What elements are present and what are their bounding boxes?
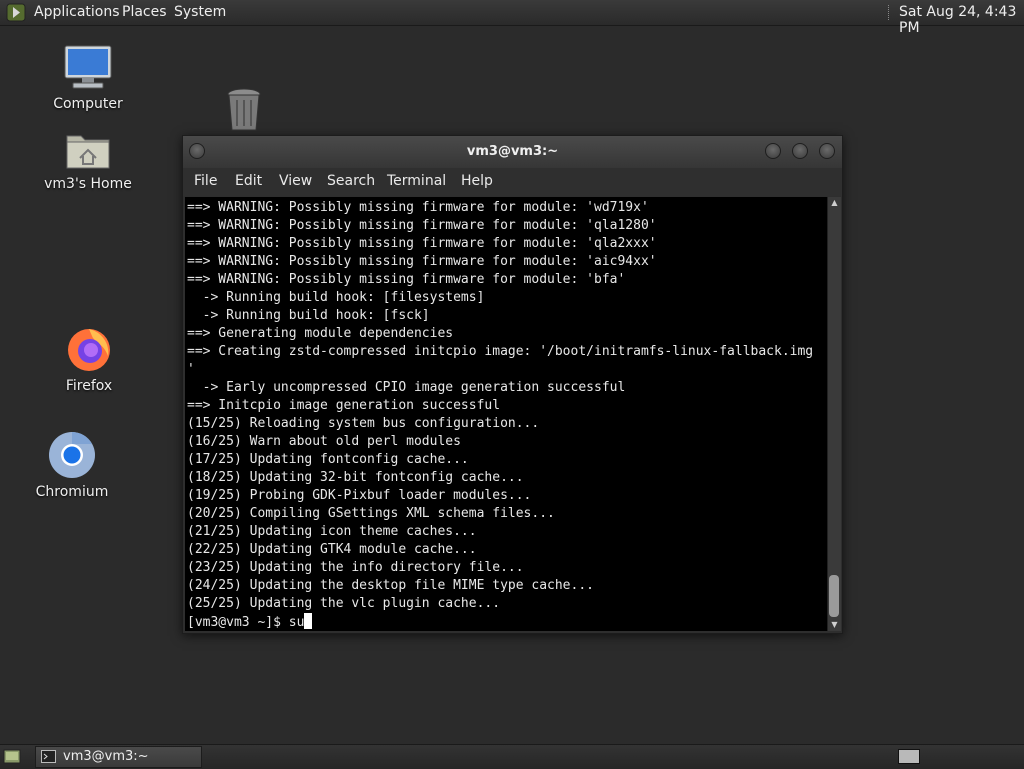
terminal-scrollbar[interactable]: ▲ ▼ [827, 197, 841, 631]
terminal-line: (15/25) Reloading system bus configurati… [187, 416, 540, 431]
terminal-line: (23/25) Updating the info directory file… [187, 560, 524, 575]
text-cursor [304, 613, 313, 629]
places-menu[interactable]: Places [122, 4, 167, 20]
menu-view[interactable]: View [279, 173, 312, 189]
system-menu[interactable]: System [174, 4, 226, 20]
chromium-icon [49, 432, 95, 478]
panel-separator [888, 5, 891, 20]
main-menu-logo-icon[interactable] [6, 3, 26, 22]
desktop-icon-label: Chromium [35, 484, 109, 500]
terminal-window: vm3@vm3:~ File Edit View Search Terminal… [182, 135, 843, 634]
terminal-line: (24/25) Updating the desktop file MIME t… [187, 578, 594, 593]
terminal-text: ==> WARNING: Possibly missing firmware f… [185, 197, 827, 631]
terminal-prompt[interactable]: [vm3@vm3 ~]$ su [187, 615, 304, 630]
desktop-icon-home[interactable]: vm3's Home [38, 128, 138, 192]
terminal-line: (18/25) Updating 32-bit fontconfig cache… [187, 470, 524, 485]
desktop-icon-chromium[interactable]: Chromium [32, 430, 112, 500]
menu-search[interactable]: Search [327, 173, 375, 189]
desktop-icon-trash[interactable] [222, 86, 266, 138]
terminal-line: (25/25) Updating the vlc plugin cache... [187, 596, 501, 611]
desktop-icon-label: Firefox [65, 378, 113, 394]
window-titlebar[interactable]: vm3@vm3:~ [183, 136, 842, 169]
desktop-icon-firefox[interactable]: Firefox [49, 324, 129, 394]
terminal-line: (19/25) Probing GDK-Pixbuf loader module… [187, 488, 532, 503]
terminal-line: (20/25) Compiling GSettings XML schema f… [187, 506, 555, 521]
desktop-icon-label: Computer [53, 96, 123, 112]
terminal-line: ==> WARNING: Possibly missing firmware f… [187, 218, 657, 233]
menu-file[interactable]: File [194, 173, 217, 189]
taskbar-button-label: vm3@vm3:~ [63, 749, 149, 764]
terminal-line: (21/25) Updating icon theme caches... [187, 524, 477, 539]
desktop-icon-computer[interactable]: Computer [48, 44, 128, 112]
trash-icon [227, 88, 261, 131]
close-button[interactable] [819, 143, 835, 159]
menu-terminal[interactable]: Terminal [387, 173, 446, 189]
window-title: vm3@vm3:~ [466, 144, 559, 159]
terminal-output[interactable]: ==> WARNING: Possibly missing firmware f… [185, 197, 827, 631]
scroll-up-arrow-icon[interactable]: ▲ [828, 197, 841, 209]
menu-help[interactable]: Help [461, 173, 493, 189]
terminal-line: -> Running build hook: [fsck] [187, 308, 430, 323]
terminal-line: ==> Initcpio image generation successful [187, 398, 501, 413]
terminal-line: ==> WARNING: Possibly missing firmware f… [187, 254, 657, 269]
terminal-line: ==> WARNING: Possibly missing firmware f… [187, 200, 649, 215]
menu-edit[interactable]: Edit [235, 173, 262, 189]
terminal-line: -> Early uncompressed CPIO image generat… [187, 380, 626, 395]
show-desktop-icon[interactable] [3, 749, 21, 764]
desktop-icon-label: vm3's Home [44, 176, 132, 192]
terminal-line: ==> WARNING: Possibly missing firmware f… [187, 236, 657, 251]
taskbar-button-terminal[interactable]: vm3@vm3:~ [35, 746, 202, 768]
firefox-icon [68, 329, 110, 371]
top-panel: Applications Places System Sat Aug 24, 4… [0, 0, 1024, 36]
maximize-button[interactable] [792, 143, 808, 159]
terminal-menubar: File Edit View Search Terminal Help [183, 168, 842, 196]
terminal-line: ==> Creating zstd-compressed initcpio im… [187, 344, 814, 359]
terminal-line: ==> Generating module dependencies [187, 326, 454, 341]
scroll-down-arrow-icon[interactable]: ▼ [828, 619, 841, 631]
terminal-line: (22/25) Updating GTK4 module cache... [187, 542, 477, 557]
computer-icon [64, 45, 112, 89]
clock[interactable]: Sat Aug 24, 4:43 PM [899, 4, 1024, 36]
workspace-switcher[interactable] [898, 749, 920, 764]
home-folder-icon [66, 135, 110, 169]
terminal-line: (16/25) Warn about old perl modules [187, 434, 461, 449]
terminal-icon [41, 750, 56, 763]
terminal-line: (17/25) Updating fontconfig cache... [187, 452, 469, 467]
terminal-line: ==> WARNING: Possibly missing firmware f… [187, 272, 626, 287]
applications-menu[interactable]: Applications [34, 4, 120, 20]
terminal-line: ' [187, 362, 195, 377]
bottom-panel: vm3@vm3:~ [0, 744, 1024, 769]
terminal-line: -> Running build hook: [filesystems] [187, 290, 485, 305]
minimize-button[interactable] [765, 143, 781, 159]
scrollbar-thumb[interactable] [829, 575, 839, 617]
